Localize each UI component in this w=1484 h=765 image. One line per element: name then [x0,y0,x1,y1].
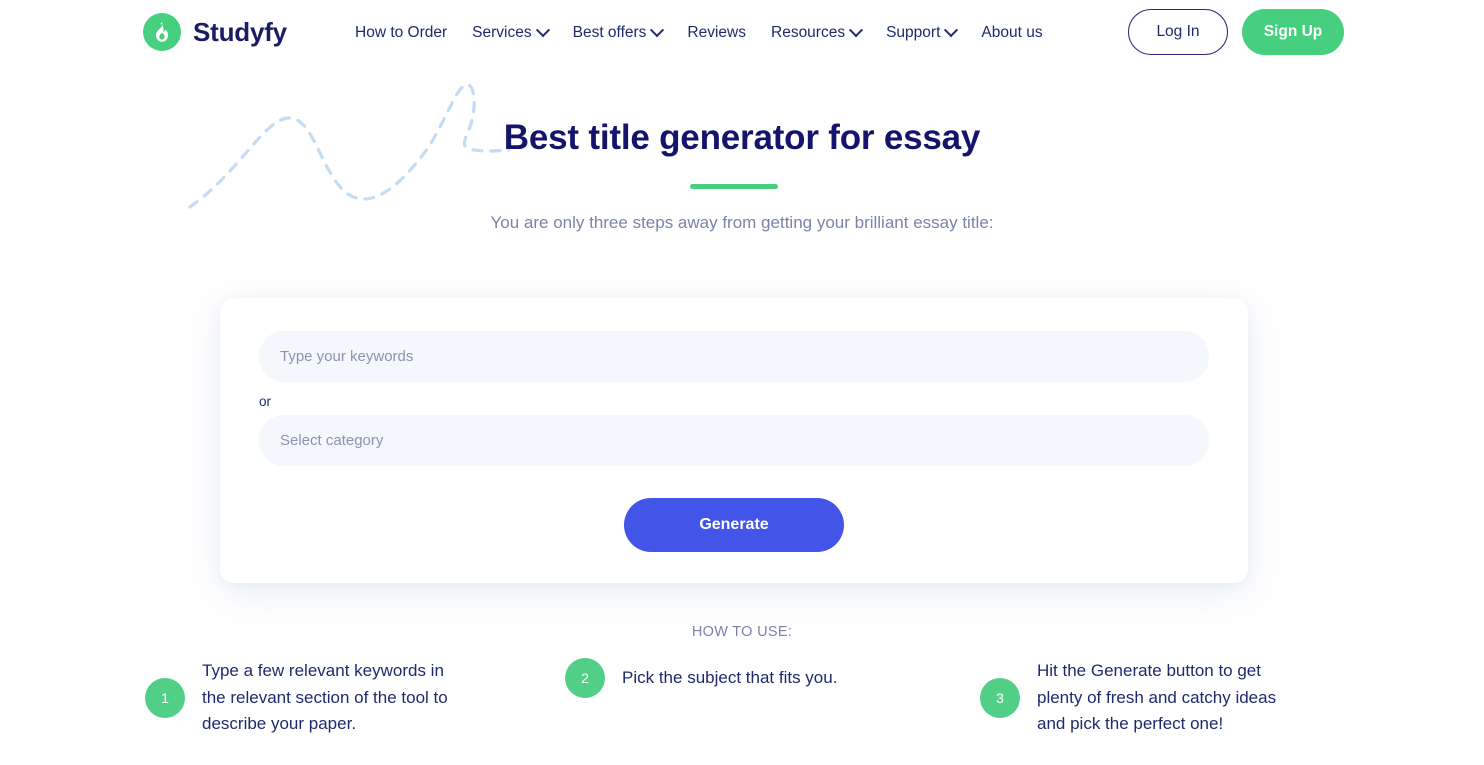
page-title: Best title generator for essay [503,118,981,157]
main-navigation: How to Order Services Best offers Review… [355,20,1043,46]
nav-label: Reviews [687,24,746,41]
step-text: Pick the subject that fits you. [622,667,838,687]
chevron-down-icon [849,23,864,38]
signup-button[interactable]: Sign Up [1242,9,1344,55]
auth-actions: Log In Sign Up [1128,9,1344,55]
step-text: Hit the Generate button to get plenty of… [1037,661,1277,733]
chevron-down-icon [944,23,959,38]
site-header: Studyfy How to Order Services Best offer… [0,0,1484,66]
nav-label: About us [981,24,1043,41]
keywords-input[interactable] [259,331,1209,382]
step-item-3: 3 Hit the Generate button to get plenty … [980,658,1340,738]
step-number-badge: 2 [565,658,605,698]
nav-item-reviews[interactable]: Reviews [687,20,746,46]
nav-item-resources[interactable]: Resources [771,20,864,46]
nav-label: Support [886,24,941,41]
nav-item-services[interactable]: Services [472,20,550,46]
nav-item-about-us[interactable]: About us [981,20,1042,46]
login-button[interactable]: Log In [1128,9,1228,55]
nav-label: How to Order [355,24,448,41]
nav-label: Best offers [572,24,647,41]
how-to-use-heading: HOW TO USE: [691,624,793,640]
chevron-down-icon [650,23,665,38]
how-to-use-steps: 1 Type a few relevant keywords in the re… [145,658,1340,738]
step-number-badge: 3 [980,677,1020,718]
nav-item-best-offers[interactable]: Best offers [572,20,665,46]
step-text: Type a few relevant keywords in the rele… [202,661,448,733]
brand-name: Studyfy [193,16,287,47]
generate-button[interactable]: Generate [624,498,844,552]
category-select[interactable]: Select category [259,415,1209,466]
page-subtitle: You are only three steps away from getti… [490,213,994,232]
flame-icon [143,13,181,51]
step-number-badge: 1 [145,677,185,718]
brand-logo[interactable]: Studyfy [143,13,287,51]
nav-label: Services [472,24,532,41]
step-item-1: 1 Type a few relevant keywords in the re… [145,658,565,738]
chevron-down-icon [535,23,550,38]
title-accent-bar [690,184,778,189]
generator-card: or Select category Generate [220,298,1248,583]
nav-item-support[interactable]: Support [886,20,959,46]
step-item-2: 2 Pick the subject that fits you. [565,658,980,698]
nav-label: Resources [771,24,846,41]
or-label: or [259,394,272,409]
nav-item-how-to-order[interactable]: How to Order [355,20,447,46]
